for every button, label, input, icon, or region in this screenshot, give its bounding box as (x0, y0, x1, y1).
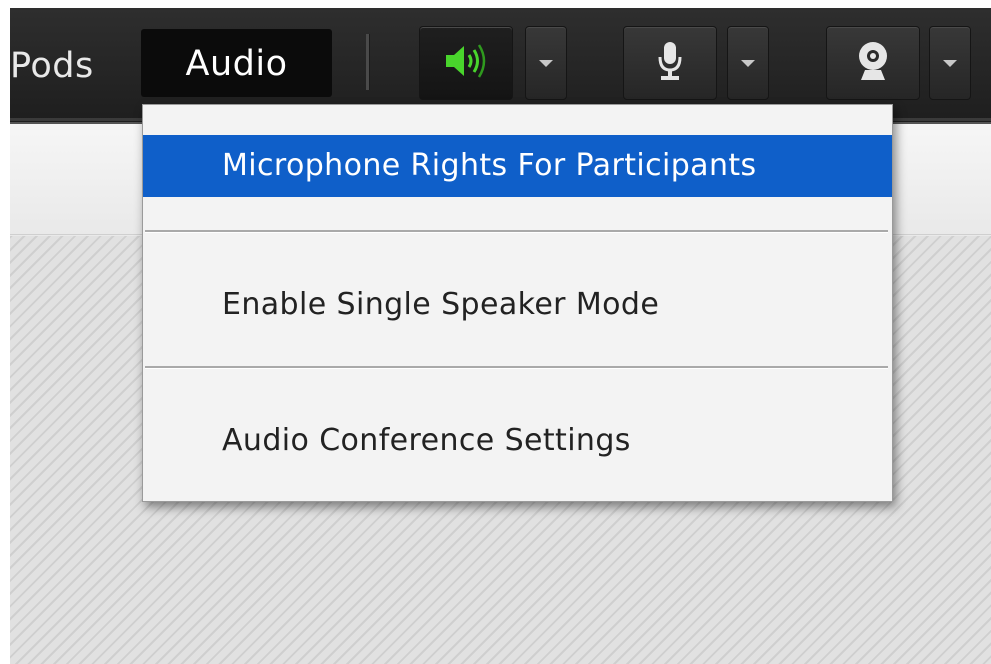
speaker-icon (444, 41, 488, 85)
microphone-options-dropdown[interactable] (727, 26, 769, 100)
microphone-icon (655, 40, 685, 86)
chevron-down-icon (539, 60, 553, 67)
speaker-options-dropdown[interactable] (525, 26, 567, 100)
camera-button[interactable] (826, 26, 920, 100)
toolbar-separator (366, 34, 370, 90)
menu-pods[interactable]: Pods (10, 37, 94, 95)
chevron-down-icon (741, 60, 755, 67)
left-border (0, 0, 10, 664)
app-window: Pods Audio Microphone Rights For Partici… (0, 0, 991, 664)
top-border (0, 0, 991, 8)
menu-divider (145, 230, 888, 233)
menu-item-audio-conference-settings[interactable]: Audio Conference Settings (143, 411, 892, 471)
audio-dropdown-menu: Microphone Rights For Participants Enabl… (142, 104, 893, 502)
microphone-button[interactable] (623, 26, 717, 100)
webcam-icon (853, 40, 893, 86)
camera-options-dropdown[interactable] (929, 26, 971, 100)
speaker-button[interactable] (419, 26, 513, 100)
chevron-down-icon (943, 60, 957, 67)
menu-divider (145, 366, 888, 369)
menu-item-microphone-rights[interactable]: Microphone Rights For Participants (143, 135, 892, 197)
menu-audio[interactable]: Audio (141, 29, 332, 97)
menu-item-single-speaker-mode[interactable]: Enable Single Speaker Mode (143, 275, 892, 335)
